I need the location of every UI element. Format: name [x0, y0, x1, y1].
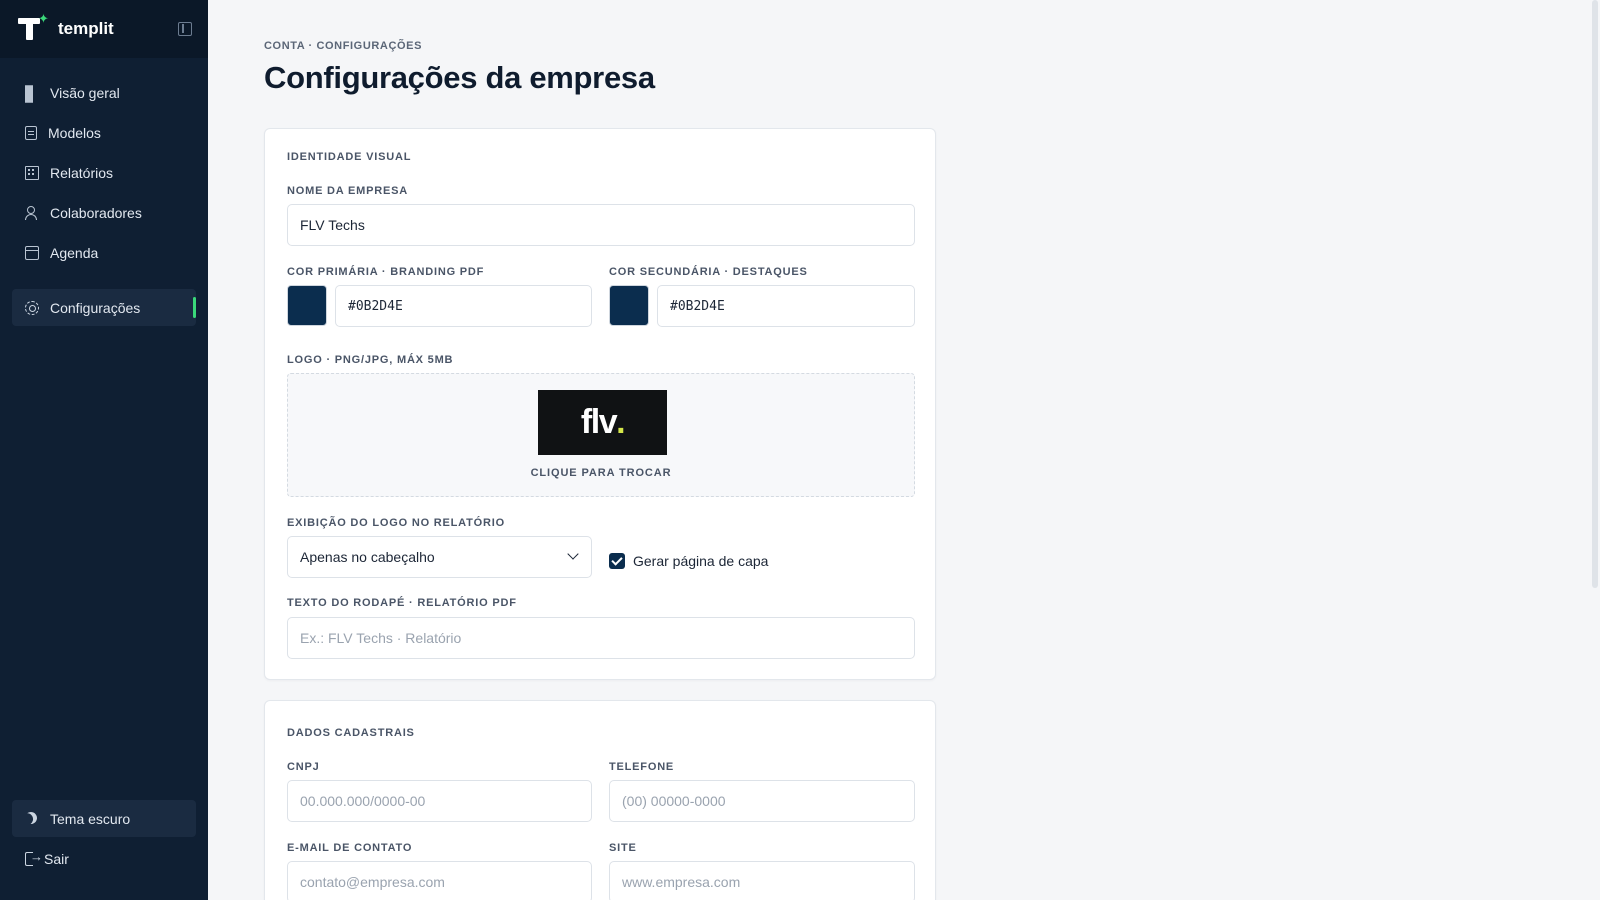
- sidebar-item-label: Configurações: [50, 299, 141, 316]
- sidebar-item-label: Visão geral: [50, 84, 120, 101]
- logo-display-select[interactable]: Apenas no cabeçalho: [287, 536, 592, 578]
- document-icon: [25, 125, 37, 140]
- cover-page-checkbox[interactable]: [609, 553, 625, 569]
- secondary-color-input[interactable]: #0B2D4E: [657, 285, 915, 327]
- templit-logo-icon: ✦: [16, 12, 49, 44]
- secondary-color-swatch[interactable]: [609, 285, 649, 326]
- section-title: DADOS CADASTRAIS: [287, 727, 415, 739]
- brand-header: ✦ templit: [0, 0, 208, 58]
- visual-identity-card: IDENTIDADE VISUAL NOME DA EMPRESA FLV Te…: [264, 128, 936, 680]
- collapse-sidebar-icon[interactable]: [178, 22, 192, 36]
- company-name-input[interactable]: FLV Techs: [287, 204, 915, 246]
- company-logo[interactable]: flv.: [538, 390, 667, 455]
- sidebar-item-agenda[interactable]: Agenda: [12, 234, 196, 271]
- change-logo-caption[interactable]: CLIQUE PARA TROCAR: [288, 467, 914, 479]
- brand-name: templit: [58, 19, 114, 38]
- chevron-down-icon: [567, 548, 579, 560]
- gear-icon: [25, 300, 39, 315]
- grid-icon: [25, 84, 39, 103]
- sidebar-item-label: Relatórios: [50, 164, 114, 181]
- footer-text-input[interactable]: Ex.: FLV Techs · Relatório: [287, 617, 915, 659]
- logout-icon: [25, 849, 43, 866]
- logout-button[interactable]: Sair: [12, 840, 196, 877]
- footer-text-label: TEXTO DO RODAPÉ · RELATÓRIO PDF: [287, 597, 517, 609]
- site-input[interactable]: www.empresa.com: [609, 861, 915, 900]
- site-label: SITE: [609, 842, 637, 854]
- sidebar-item-label: Tema escuro: [50, 810, 131, 827]
- sidebar-item-label: Agenda: [50, 244, 99, 261]
- secondary-color-label: COR SECUNDÁRIA · DESTAQUES: [609, 266, 808, 278]
- sidebar-item-colaboradores[interactable]: Colaboradores: [12, 194, 196, 231]
- logo-display-value: Apenas no cabeçalho: [300, 549, 435, 565]
- dark-theme-toggle[interactable]: Tema escuro: [12, 800, 196, 837]
- sidebar-item-visao-geral[interactable]: Visão geral: [12, 74, 196, 111]
- page-scrollbar[interactable]: [1592, 0, 1598, 588]
- registration-data-card: DADOS CADASTRAIS CNPJ 00.000.000/0000-00…: [264, 700, 936, 900]
- users-icon: [25, 205, 39, 220]
- sidebar-item-label: Modelos: [48, 124, 101, 141]
- moon-icon: [25, 812, 39, 826]
- phone-label: TELEFONE: [609, 761, 675, 773]
- calendar-icon: [25, 245, 39, 260]
- primary-color-swatch[interactable]: [287, 285, 327, 326]
- section-title: IDENTIDADE VISUAL: [287, 151, 412, 163]
- phone-input[interactable]: (00) 00000-0000: [609, 780, 915, 822]
- page-title: Configurações da empresa: [264, 60, 655, 95]
- logo-dropzone[interactable]: flv. CLIQUE PARA TROCAR: [287, 373, 915, 497]
- cnpj-label: CNPJ: [287, 761, 320, 773]
- logo-text: flv: [580, 403, 618, 441]
- cnpj-input[interactable]: 00.000.000/0000-00: [287, 780, 592, 822]
- cover-page-label[interactable]: Gerar página de capa: [633, 553, 768, 569]
- logo-display-label: EXIBIÇÃO DO LOGO NO RELATÓRIO: [287, 517, 505, 529]
- sidebar-bottom: Tema escuro Sair: [12, 800, 196, 880]
- email-label: E-MAIL DE CONTATO: [287, 842, 413, 854]
- main-content: CONTA · CONFIGURAÇÕES Configurações da e…: [208, 0, 1600, 900]
- logo-dot: .: [616, 403, 625, 441]
- sidebar-item-configuracoes[interactable]: Configurações: [12, 289, 196, 326]
- sidebar-item-relatorios[interactable]: Relatórios: [12, 154, 196, 191]
- sidebar-item-label: Sair: [44, 850, 69, 867]
- sidebar-item-label: Colaboradores: [50, 204, 142, 221]
- company-name-label: NOME DA EMPRESA: [287, 185, 408, 197]
- building-icon: [25, 165, 39, 180]
- sidebar-nav: Visão geral Modelos Relatórios Colaborad…: [0, 58, 208, 326]
- sidebar-item-modelos[interactable]: Modelos: [12, 114, 196, 151]
- primary-color-label: COR PRIMÁRIA · BRANDING PDF: [287, 266, 485, 278]
- primary-color-input[interactable]: #0B2D4E: [335, 285, 592, 327]
- logo-label: LOGO · PNG/JPG, MÁX 5MB: [287, 354, 454, 366]
- breadcrumb: CONTA · CONFIGURAÇÕES: [264, 40, 423, 52]
- sidebar: ✦ templit Visão geral Modelos Relatórios…: [0, 0, 208, 900]
- email-input[interactable]: contato@empresa.com: [287, 861, 592, 900]
